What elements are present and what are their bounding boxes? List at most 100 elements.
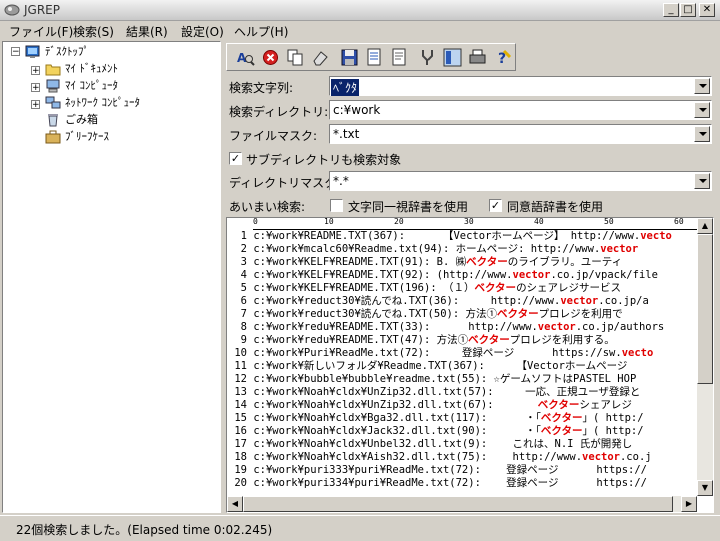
result-line[interactable]: 3 c:¥work¥KELF¥README.TXT(91): B. ㈱ベクターの… (227, 256, 623, 268)
tree-item-my-computer[interactable]: ﾏｲ ｺﾝﾋﾟｭｰﾀ (65, 78, 118, 94)
horizontal-scrollbar[interactable]: ◀ ▶ (227, 496, 697, 512)
directory-mask-combo[interactable]: *.* (329, 171, 712, 191)
subdir-label: サブディレクトリも検索対象 (246, 153, 402, 167)
fuzzy-search-label: あいまい検索: (229, 200, 306, 214)
line-number: 15 (234, 412, 247, 424)
panel-icon[interactable] (442, 47, 463, 68)
line-number: 4 (240, 269, 247, 281)
line-number: 12 (234, 373, 247, 385)
stop-icon[interactable] (260, 47, 281, 68)
result-line[interactable]: 16 c:¥work¥Noah¥cldx¥Jack32.dll.txt(90):… (227, 425, 643, 437)
tree-item-desktop[interactable]: ﾃﾞｽｸﾄｯﾌﾟ (45, 44, 89, 60)
vertical-scrollbar[interactable]: ▲ ▼ (697, 218, 713, 496)
file-mask-label: ファイルマスク: (229, 129, 318, 143)
scroll-down-icon[interactable]: ▼ (697, 480, 713, 496)
directory-mask-value: *.* (333, 174, 349, 188)
result-text: c:¥work¥README.TXT(367): 【Vectorホームページ】 … (247, 230, 641, 242)
result-line[interactable]: 7 c:¥work¥reduct30¥読んでね.TXT(50): 方法①ベクター… (227, 308, 623, 320)
result-text: c:¥work¥bubble¥bubble¥readme.txt(55): ☆ゲ… (247, 373, 637, 385)
save-icon[interactable] (339, 47, 360, 68)
line-number: 8 (240, 321, 247, 333)
result-line[interactable]: 1 c:¥work¥README.TXT(367): 【Vectorホームページ… (227, 230, 672, 242)
result-text: c:¥work¥redu¥README.TXT(33): http://www. (247, 321, 538, 333)
tree-item-briefcase[interactable]: ﾌﾞﾘｰﾌｹｰｽ (65, 129, 109, 145)
close-button[interactable]: ✕ (699, 3, 715, 17)
result-line[interactable]: 18 c:¥work¥Noah¥cldx¥Aish32.dll.txt(75):… (227, 451, 652, 463)
char-dict-checkbox[interactable] (330, 199, 343, 212)
result-line[interactable]: 19 c:¥work¥puri333¥puri¥ReadMe.txt(72): … (227, 464, 647, 476)
results-list[interactable]: 0 10 20 30 40 50 60 1 c:¥work¥README.TXT… (226, 217, 714, 513)
ruler-tick: 20 (394, 217, 404, 226)
result-line[interactable]: 13 c:¥work¥Noah¥cldx¥UnZip32.dll.txt(57)… (227, 386, 640, 398)
result-line[interactable]: 8 c:¥work¥redu¥README.TXT(33): http://ww… (227, 321, 665, 333)
result-text: .co.j (619, 451, 652, 463)
maximize-button[interactable]: □ (680, 3, 696, 17)
copy-icon[interactable] (285, 47, 306, 68)
collapse-icon[interactable]: − (11, 47, 20, 57)
tools-icon[interactable] (417, 47, 438, 68)
result-line[interactable]: 12 c:¥work¥bubble¥bubble¥readme.txt(55):… (227, 373, 636, 385)
search-font-icon[interactable]: A (235, 47, 256, 68)
dropdown-arrow-icon[interactable] (694, 173, 710, 189)
menu-help[interactable]: ヘルプ(H) (234, 23, 288, 40)
search-directory-value: c:¥work (333, 103, 381, 117)
result-line[interactable]: 4 c:¥work¥KELF¥README.TXT(92): (http://w… (227, 269, 658, 281)
document-edit-icon[interactable] (364, 47, 385, 68)
result-text: c:¥work¥新しいフォルダ¥Readme.TXT(367): 【Vector… (247, 360, 628, 372)
subdir-checkbox[interactable]: ✓ (229, 152, 242, 165)
scroll-thumb[interactable] (243, 496, 673, 512)
result-line[interactable]: 20 c:¥work¥puri334¥puri¥ReadMe.txt(72): … (227, 477, 647, 489)
scroll-up-icon[interactable]: ▲ (697, 218, 713, 234)
result-text: .co.jp/a (598, 295, 649, 307)
dropdown-arrow-icon[interactable] (694, 78, 710, 94)
menu-settings[interactable]: 設定(O) (181, 23, 224, 40)
scroll-thumb[interactable] (697, 234, 713, 384)
folder-tree[interactable]: − ﾃﾞｽｸﾄｯﾌﾟ + ﾏｲ ﾄﾞｷｭﾒﾝﾄ + ﾏｲ ｺﾝﾋﾟｭｰﾀ + ﾈ… (2, 41, 221, 513)
printer-icon[interactable] (467, 47, 488, 68)
line-number: 10 (234, 347, 247, 359)
scroll-left-icon[interactable]: ◀ (227, 496, 243, 512)
result-text: c:¥work¥redu¥README.TXT(47): 方法① (247, 334, 469, 346)
search-directory-label: 検索ディレクトリ: (229, 105, 329, 119)
document-icon[interactable] (389, 47, 410, 68)
file-mask-combo[interactable]: *.txt (329, 124, 712, 144)
result-line[interactable]: 17 c:¥work¥Noah¥cldx¥Unbel32.dll.txt(9):… (227, 438, 632, 450)
recycle-bin-icon (48, 114, 58, 127)
result-line[interactable]: 14 c:¥work¥Noah¥cldx¥UnZip32.dll.txt(67)… (227, 399, 632, 411)
dropdown-arrow-icon[interactable] (694, 102, 710, 118)
result-line[interactable]: 6 c:¥work¥reduct30¥読んでね.TXT(36): http://… (227, 295, 649, 307)
menu-file[interactable]: ファイル(F) (9, 23, 73, 40)
line-number: 11 (234, 360, 247, 372)
result-text: 」( http:/ (582, 412, 644, 424)
directory-mask-label: ディレクトリマスク: (229, 176, 341, 190)
briefcase-icon (45, 130, 61, 144)
scroll-right-icon[interactable]: ▶ (681, 496, 697, 512)
tree-item-recycle-bin[interactable]: ごみ箱 (65, 112, 98, 128)
synonym-dict-checkbox[interactable]: ✓ (489, 199, 502, 212)
result-text: c:¥work¥KELF¥README.TXT(91): B. ㈱ (247, 256, 467, 268)
eraser-icon[interactable] (310, 47, 331, 68)
result-line[interactable]: 2 c:¥work¥mcalc60¥Readme.txt(94): ホームページ… (227, 243, 639, 255)
expand-icon[interactable]: + (31, 66, 40, 76)
tree-item-my-documents[interactable]: ﾏｲ ﾄﾞｷｭﾒﾝﾄ (65, 61, 118, 77)
result-text: c:¥work¥KELF¥README.TXT(92): (http://www… (247, 269, 513, 281)
tree-item-network[interactable]: ﾈｯﾄﾜｰｸ ｺﾝﾋﾟｭｰﾀ (65, 95, 140, 111)
dropdown-arrow-icon[interactable] (694, 126, 710, 142)
menu-search[interactable]: 検索(S) (73, 23, 114, 40)
toolbar: A ? (226, 43, 516, 71)
result-line[interactable]: 15 c:¥work¥Noah¥cldx¥Bga32.dll.txt(117):… (227, 412, 644, 424)
minimize-button[interactable]: _ (663, 3, 679, 17)
help-icon[interactable]: ? (492, 47, 513, 68)
ruler-tick: 60 (674, 217, 684, 226)
result-line[interactable]: 9 c:¥work¥redu¥README.TXT(47): 方法①ベクタープロ… (227, 334, 615, 346)
expand-icon[interactable]: + (31, 100, 40, 110)
status-text: 22個検索しました。(Elapsed time 0:02.245) (16, 523, 273, 537)
result-line[interactable]: 5 c:¥work¥KELF¥README.TXT(196): （１）ベクターの… (227, 282, 621, 294)
line-number: 17 (234, 438, 247, 450)
search-directory-combo[interactable]: c:¥work (329, 100, 712, 120)
menu-results[interactable]: 結果(R) (126, 23, 168, 40)
search-string-combo[interactable]: ﾍﾞｸﾀ (329, 76, 712, 96)
expand-icon[interactable]: + (31, 83, 40, 93)
result-line[interactable]: 10 c:¥work¥Puri¥ReadMe.txt(72): 登録ページ ht… (227, 347, 653, 359)
result-line[interactable]: 11 c:¥work¥新しいフォルダ¥Readme.TXT(367): 【Vec… (227, 360, 627, 372)
